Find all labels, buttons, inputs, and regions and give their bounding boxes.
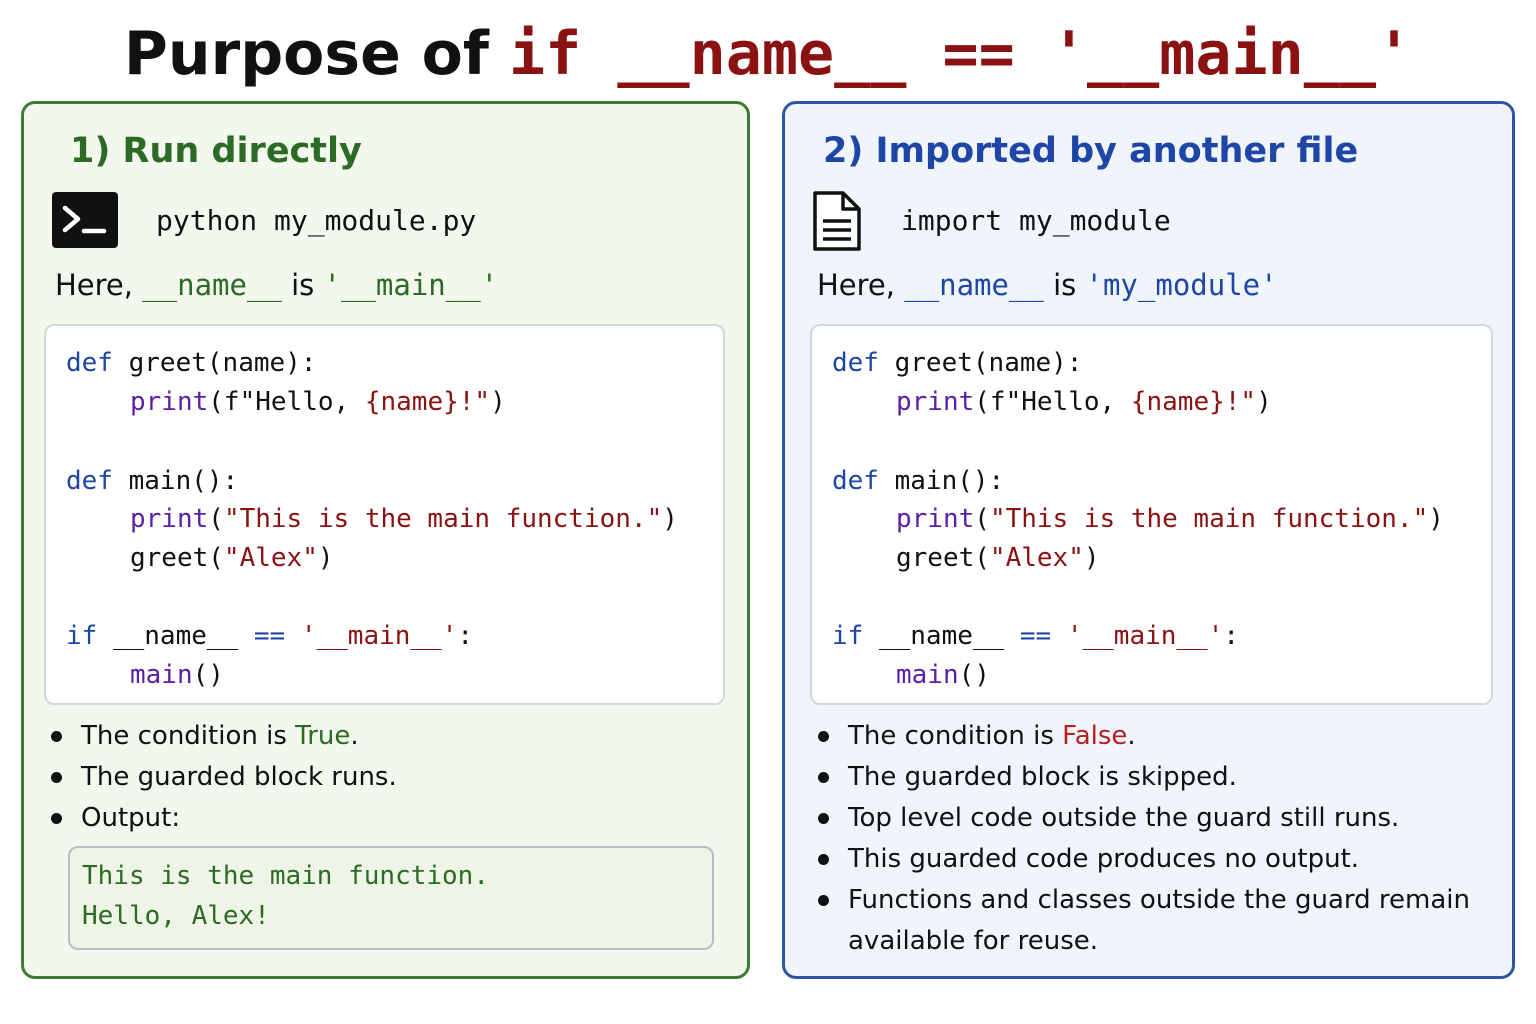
code-line: def main(): <box>832 466 1005 496</box>
bullet-item: Output: <box>48 798 738 839</box>
code-line: print(f"Hello, {name}!") <box>896 387 1272 417</box>
bullet-condition: The condition is True. <box>48 716 738 757</box>
title-text: Purpose of <box>123 19 489 89</box>
title-code: if __name__ == '__main__' <box>509 19 1413 89</box>
code-line: print(f"Hello, {name}!") <box>130 387 506 417</box>
code-line: if __name__ == '__main__': <box>832 621 1240 651</box>
code-line: greet("Alex") <box>896 543 1100 573</box>
bullet-condition: The condition is False. <box>815 716 1505 757</box>
code-block: def greet(name): print(f"Hello, {name}!"… <box>810 324 1493 705</box>
document-icon <box>809 190 865 252</box>
code-line: def main(): <box>66 466 239 496</box>
name-value-line: Here, __name__ is 'my_module' <box>817 268 1278 302</box>
bullet-item: This guarded code produces no output. <box>815 839 1505 880</box>
code-line: main() <box>896 660 990 690</box>
run-command: python my_module.py <box>156 204 477 237</box>
bullet-list: The condition is True. The guarded block… <box>48 716 738 839</box>
code-block: def greet(name): print(f"Hello, {name}!"… <box>44 324 725 705</box>
code-line: if __name__ == '__main__': <box>66 621 474 651</box>
bullet-item: The guarded block runs. <box>48 757 738 798</box>
code-line: greet("Alex") <box>130 543 334 573</box>
panel-heading: 1) Run directly <box>70 131 362 171</box>
code-line: print("This is the main function.") <box>896 504 1444 534</box>
code-line: def greet(name): <box>832 348 1083 378</box>
output-line: Hello, Alex! <box>82 901 270 931</box>
imported-panel: 2) Imported by another file import my_mo… <box>782 101 1515 979</box>
bullet-item: Functions and classes outside the guard … <box>815 880 1505 962</box>
bullet-list: The condition is False. The guarded bloc… <box>815 716 1505 962</box>
code-line: main() <box>130 660 224 690</box>
code-line: def greet(name): <box>66 348 317 378</box>
code-line: print("This is the main function.") <box>130 504 678 534</box>
bullet-item: Top level code outside the guard still r… <box>815 798 1505 839</box>
name-value-line: Here, __name__ is '__main__' <box>55 268 499 302</box>
output-line: This is the main function. <box>82 861 489 891</box>
panel-heading: 2) Imported by another file <box>823 131 1359 171</box>
page-title: Purpose of if __name__ == '__main__' <box>0 18 1536 90</box>
terminal-icon <box>52 192 118 248</box>
run-directly-panel: 1) Run directly python my_module.py Here… <box>21 101 750 979</box>
import-command: import my_module <box>901 204 1171 237</box>
output-box: This is the main function. Hello, Alex! <box>68 846 714 950</box>
bullet-item: The guarded block is skipped. <box>815 757 1505 798</box>
